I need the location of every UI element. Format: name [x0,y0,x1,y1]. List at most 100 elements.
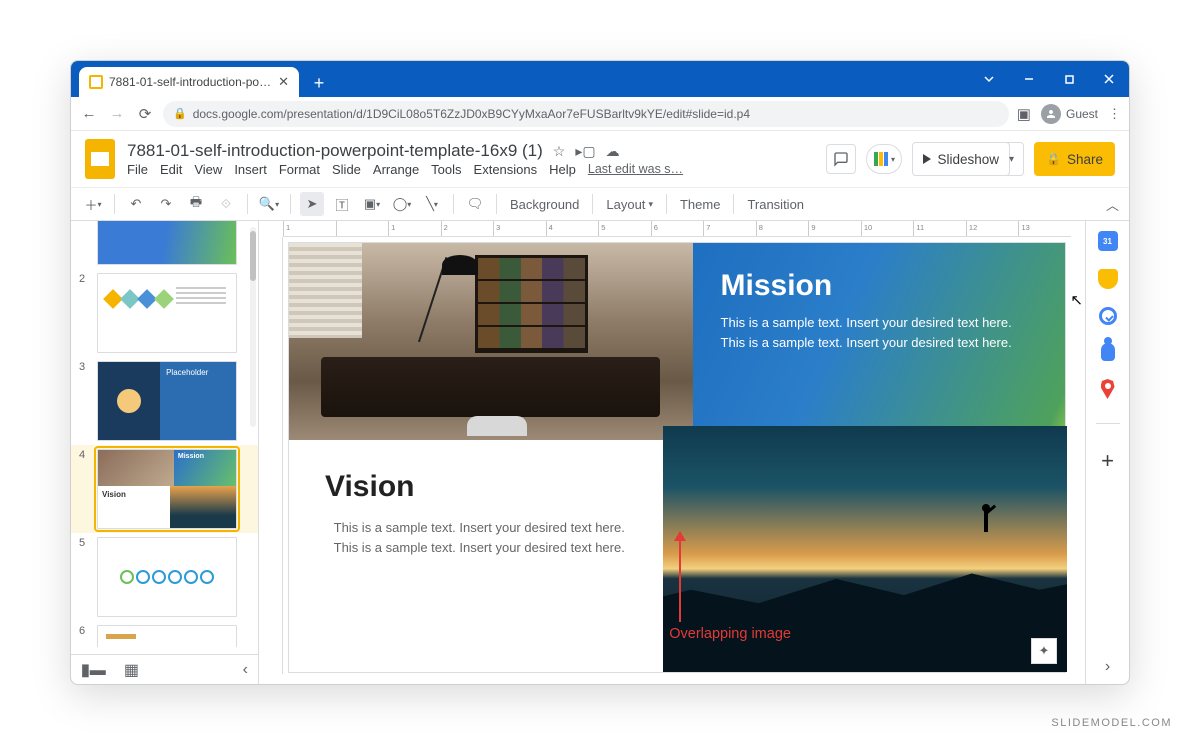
menu-slide[interactable]: Slide [332,162,361,177]
mission-panel: Mission This is a sample text. Insert yo… [289,243,1065,440]
tasks-icon[interactable] [1099,307,1117,325]
shape-tool[interactable]: ◯▾ [390,192,414,216]
move-icon[interactable]: ▸▢ [575,143,595,160]
star-icon[interactable]: ☆ [553,143,566,160]
zoom-button[interactable]: 🔍▾ [257,192,281,216]
slide-canvas[interactable]: Mission This is a sample text. Insert yo… [289,243,1065,672]
thumb-footer: ▮▬ ▦ ‹ [71,654,258,684]
filmstrip-view-icon[interactable]: ▮▬ [81,660,106,680]
screenshot-frame: 7881-01-self-introduction-powe ✕ + ← → ⟳… [0,0,1200,743]
textbox-tool[interactable]: 🅃 [330,192,354,216]
profile-button[interactable]: Guest [1041,104,1098,124]
slide-canvas-area: 1 12 34 56 78 910 1112 13 [259,221,1085,684]
window-maximize-button[interactable] [1049,61,1089,97]
thumb-row-5[interactable]: 5 [71,533,258,621]
lock-icon: 🔒 [173,107,187,120]
menu-arrange[interactable]: Arrange [373,162,419,177]
close-tab-icon[interactable]: ✕ [278,74,289,90]
slideshow-dropdown[interactable]: ▾ [1000,142,1024,176]
app-header: 7881-01-self-introduction-powerpoint-tem… [71,131,1129,187]
add-addon-button[interactable]: + [1101,448,1114,474]
menu-format[interactable]: Format [279,162,320,177]
line-tool[interactable]: ╲▾ [420,192,444,216]
menu-file[interactable]: File [127,162,148,177]
office-image[interactable] [289,243,693,440]
meet-button[interactable]: ▾ [866,144,902,174]
theme-button[interactable]: Theme [676,197,724,212]
new-tab-button[interactable]: + [305,69,333,97]
slides-logo-icon[interactable] [85,139,115,179]
doc-title[interactable]: 7881-01-self-introduction-powerpoint-tem… [127,141,543,161]
thumb-row-2[interactable]: 2 [71,269,258,357]
thumb-4: Mission Vision [97,449,237,529]
new-slide-button[interactable]: ＋▾ [81,192,105,216]
vision-text-box[interactable]: Vision This is a sample text. Insert you… [289,440,663,672]
thumb-scrollbar[interactable] [250,227,256,427]
image-tool[interactable]: ▣▾ [360,192,384,216]
thumb-6 [97,625,237,647]
nav-reload-button[interactable]: ⟳ [135,105,155,123]
thumb-2 [97,273,237,353]
browser-tab[interactable]: 7881-01-self-introduction-powe ✕ [79,67,299,97]
contacts-icon[interactable] [1101,343,1115,361]
cloud-save-icon[interactable]: ☁ [606,143,620,160]
window-titlebar: 7881-01-self-introduction-powe ✕ + [71,61,1129,97]
url-field[interactable]: 🔒 docs.google.com/presentation/d/1D9CiL0… [163,101,1009,127]
thumb-row-3[interactable]: 3 Placeholder [71,357,258,445]
thumb-row-6[interactable]: 6 [71,621,258,647]
thumb-row-1[interactable]: 1 [71,221,258,269]
background-button[interactable]: Background [506,197,583,212]
slideshow-button[interactable]: Slideshow [912,142,1010,176]
window-chevron-icon[interactable] [969,61,1009,97]
kebab-menu-icon[interactable]: ⋮ [1108,106,1121,122]
calendar-icon[interactable] [1098,231,1118,251]
ruler-horizontal: 1 12 34 56 78 910 1112 13 [283,221,1071,237]
comment-tool[interactable]: 🗨 [463,192,487,216]
mission-text-box[interactable]: Mission This is a sample text. Insert yo… [693,243,1065,440]
redo-button[interactable]: ↷ [154,192,178,216]
collapse-panel-icon[interactable]: ‹ [243,661,248,679]
collapse-toolbar-icon[interactable]: ︿ [1106,195,1119,214]
transition-button[interactable]: Transition [743,197,808,212]
window-content: ← → ⟳ 🔒 docs.google.com/presentation/d/1… [71,97,1129,684]
comments-button[interactable] [826,144,856,174]
nav-back-button[interactable]: ← [79,105,99,122]
menu-edit[interactable]: Edit [160,162,182,177]
menu-tools[interactable]: Tools [431,162,461,177]
thumb-3: Placeholder [97,361,237,441]
last-edit-link[interactable]: Last edit was s… [588,162,683,177]
share-button[interactable]: 🔒 Share [1034,142,1115,176]
window-close-button[interactable] [1089,61,1129,97]
paint-format-button[interactable]: ⟐ [214,192,238,216]
thumb-1 [97,221,237,265]
slide-thumbnail-panel: 1 2 3 [71,221,259,684]
grid-view-icon[interactable]: ▦ [124,660,139,680]
browser-window: 7881-01-self-introduction-powe ✕ + ← → ⟳… [70,60,1130,685]
menu-extensions[interactable]: Extensions [474,162,538,177]
layout-button[interactable]: Layout ▾ [602,197,657,212]
thumb-row-4[interactable]: 4 Mission Vision [71,445,258,533]
maps-icon[interactable] [1101,379,1115,399]
divider [1096,423,1120,424]
nav-forward-button[interactable]: → [107,105,127,122]
expand-panel-icon[interactable]: › [1105,658,1110,676]
menu-view[interactable]: View [194,162,222,177]
window-controls [969,61,1129,97]
tab-title: 7881-01-self-introduction-powe [109,75,272,89]
select-tool[interactable]: ➤ [300,192,324,216]
menu-help[interactable]: Help [549,162,576,177]
undo-button[interactable]: ↶ [124,192,148,216]
reader-icon[interactable]: ▣ [1017,105,1031,123]
window-minimize-button[interactable] [1009,61,1049,97]
explore-button[interactable]: ✦ [1031,638,1057,664]
side-addons-panel: + › [1085,221,1129,684]
print-button[interactable]: 🖶 [184,192,208,216]
workspace: 1 2 3 [71,221,1129,684]
menu-insert[interactable]: Insert [234,162,267,177]
app-shell: 7881-01-self-introduction-powerpoint-tem… [71,131,1129,684]
keep-icon[interactable] [1098,269,1118,289]
browser-urlbar: ← → ⟳ 🔒 docs.google.com/presentation/d/1… [71,97,1129,131]
annotation-label: Overlapping image [669,626,791,642]
vision-body: This is a sample text. Insert your desir… [329,518,629,558]
profile-label: Guest [1066,107,1098,121]
